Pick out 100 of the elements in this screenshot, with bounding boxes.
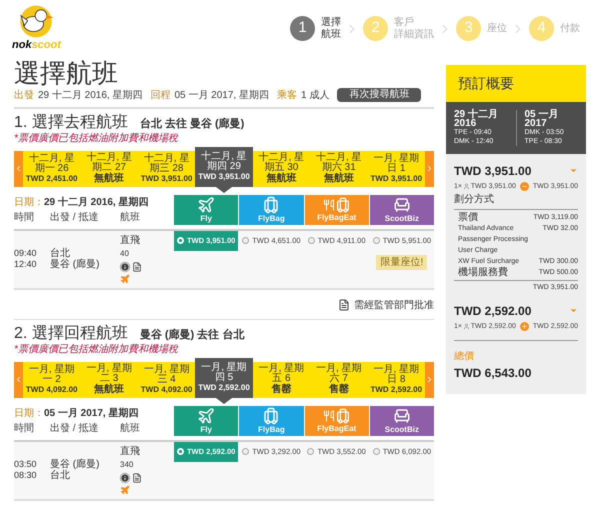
date-tab[interactable]: 十二月, 星期二 27 無航班 [80, 150, 138, 186]
step-label: 付款 [560, 22, 580, 34]
luggage-icon [262, 196, 280, 214]
trip-price: TWD 3,951.00 [454, 162, 532, 180]
flight-number: 340 [120, 458, 134, 470]
luggage-cutlery-icon [322, 408, 351, 424]
flight-time: 09:40 [14, 248, 38, 259]
flight-time: 08:30 [14, 470, 38, 481]
date-tab[interactable]: 十二月, 星期三 28 TWD 3,951.00 [138, 150, 196, 186]
fare-note: *票價廣價已包括燃油附加費和機場稅 [14, 132, 180, 144]
airport-name: 曼谷 (廊曼) [50, 459, 100, 470]
collapse-button[interactable] [520, 182, 529, 192]
fare-type-header: FlyBag [239, 406, 304, 436]
luggage-icon [262, 406, 280, 424]
expand-button[interactable] [520, 322, 529, 332]
seat-icon [392, 406, 411, 424]
trip-date: 05 一月 2017 [524, 110, 560, 128]
summary-label: 回程 [150, 88, 170, 102]
plus-icon [520, 323, 528, 330]
plane-icon [197, 196, 216, 214]
step-number: 4 [529, 16, 554, 41]
step-number: 1 [290, 16, 315, 41]
date-value: 29 十二月 2016, 星期四 [44, 196, 148, 210]
previous-dates-button[interactable] [14, 362, 23, 398]
fare-type-header: Fly [174, 406, 238, 436]
fare-type-header: FlyBagEat [304, 194, 369, 224]
date-tab[interactable]: 一月, 星期日 1 TWD 3,951.00 [368, 150, 425, 186]
person-icon [462, 183, 470, 190]
date-tab[interactable]: 一月, 星期一 2 TWD 4,092.00 [23, 362, 80, 398]
grand-total: TWD 6,543.00 [454, 365, 532, 382]
column-header: 時間 [14, 422, 35, 436]
flight-type: 直飛 [120, 446, 141, 456]
date-tab[interactable]: 一月, 星期五 6 售罄 [252, 362, 310, 398]
summary-value: 1 成人 [300, 88, 330, 102]
panel-title: 預訂概要 [446, 64, 586, 102]
fare-type-header: FlyBagEat [304, 406, 369, 436]
date-tab[interactable]: 一月, 星期三 4 TWD 4,092.00 [138, 362, 196, 398]
column-header: 航班 [120, 210, 140, 224]
date-tab[interactable]: 十二月, 星期四 29 TWD 3,951.00 [195, 146, 253, 186]
trip-price: TWD 2,592.00 [454, 302, 532, 320]
flight-time: 03:50 [14, 459, 38, 470]
airport-name: 台北 [50, 248, 71, 259]
total-label: 總價 [454, 350, 475, 364]
date-tab[interactable]: 一月, 星期日 8 TWD 2,592.00 [368, 362, 425, 398]
luggage-cutlery-icon [322, 196, 351, 212]
date-label: 日期： [14, 406, 44, 420]
document-icon[interactable] [132, 262, 142, 272]
info-icon[interactable] [120, 472, 130, 482]
date-tab[interactable]: 十二月, 星期六 31 無航班 [310, 150, 368, 186]
summary-value: 05 一月 2017, 星期四 [174, 88, 269, 102]
search-again-button[interactable]: 再次搜尋航班 [337, 88, 422, 102]
plane-icon [197, 406, 216, 424]
document-icon[interactable] [132, 472, 142, 482]
summary-value: 29 十二月 2016, 星期四 [38, 88, 142, 102]
airport-name: 曼谷 (廊曼) [50, 259, 100, 270]
fare-type-header: FlyBag [239, 194, 304, 224]
fee-label: 機場服務費 [458, 267, 508, 278]
previous-dates-button[interactable] [14, 150, 23, 186]
column-header: 航班 [120, 422, 140, 436]
summary-label: 出發 [14, 88, 34, 102]
regulatory-note: 需經監管部門批准 [354, 298, 434, 312]
column-header: 出發 / 抵達 [50, 422, 100, 436]
trip-date: 29 十二月 2016 [454, 110, 499, 128]
step-label: 詳細資訊 [394, 28, 434, 40]
column-header: 時間 [14, 210, 35, 224]
fare-note: *票價廣價已包括燃油附加費和機場稅 [14, 344, 180, 356]
step-number: 2 [363, 16, 388, 41]
chevron-left-icon [14, 164, 23, 173]
chevron-left-icon [14, 375, 23, 384]
fare-type-header: ScootBiz [370, 406, 434, 436]
dropdown-icon[interactable] [569, 306, 578, 315]
date-label: 日期： [14, 196, 44, 210]
breakdown-title: 劃分方式 [454, 192, 578, 210]
seat-icon [392, 196, 411, 214]
flight-number: 40 [120, 248, 130, 260]
date-value: 05 一月 2017, 星期四 [44, 406, 138, 420]
step-number: 3 [456, 16, 481, 41]
person-icon [462, 323, 470, 330]
document-icon[interactable] [338, 299, 350, 311]
logo-wordmark: nokscoot [12, 38, 61, 53]
page-title: 選擇航班 [14, 58, 119, 88]
flight-time: 12:40 [14, 259, 38, 270]
dropdown-icon[interactable] [569, 166, 578, 175]
date-tab[interactable]: 一月, 星期二 3 無航班 [80, 362, 138, 398]
date-tab[interactable]: 一月, 星期六 7 售罄 [310, 362, 368, 398]
column-header: 出發 / 抵達 [50, 210, 100, 224]
airport-name: 台北 [50, 470, 71, 481]
plane-icon [120, 274, 130, 284]
date-tab[interactable]: 十二月, 星期五 30 無航班 [252, 150, 310, 186]
step-label: 座位 [487, 22, 507, 34]
step-label: 航班 [321, 28, 341, 40]
date-tab[interactable]: 十二月, 星期一 26 TWD 2,451.00 [23, 150, 80, 186]
step-label: 選擇 [321, 16, 341, 28]
date-tab[interactable]: 一月, 星期四 5 TWD 2,592.00 [195, 358, 253, 398]
info-icon[interactable] [120, 262, 130, 272]
step-label: 客戶 [394, 16, 415, 28]
fare-type-header: ScootBiz [370, 194, 434, 224]
fare-type-header: Fly [174, 194, 238, 224]
route-text: 台北 去往 曼谷 (廊曼) [140, 116, 244, 132]
section-heading: 2. 選擇回程航班 [14, 324, 128, 344]
